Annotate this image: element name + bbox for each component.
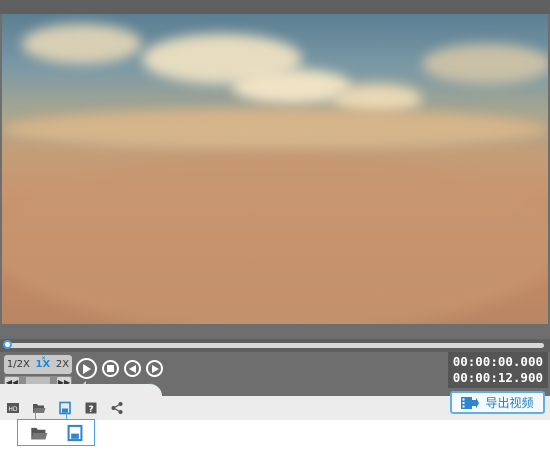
player-top-strip: [0, 0, 550, 14]
speed-half[interactable]: 1/2X: [7, 359, 30, 370]
svg-text:HD: HD: [8, 406, 18, 413]
help-icon[interactable]: ?: [84, 401, 98, 415]
export-video-button[interactable]: 导出视频: [450, 391, 545, 414]
stop-button[interactable]: [102, 360, 119, 377]
total-time: 00:00:12.900: [452, 370, 543, 385]
speed-selector[interactable]: ✕ 1/2X 1X 2X: [4, 355, 72, 374]
export-video-label: 导出视频: [485, 396, 534, 410]
next-frame-icon: [151, 364, 159, 373]
speed-marker-icon: ✕: [41, 355, 47, 362]
video-preview[interactable]: [2, 14, 548, 324]
time-display: 00:00:00.000 00:00:12.900: [448, 352, 548, 388]
current-time: 00:00:00.000: [452, 354, 543, 369]
play-icon: [83, 363, 91, 374]
toolbar-curve: [0, 384, 162, 398]
hd-icon[interactable]: HD: [6, 401, 20, 415]
stop-icon: [107, 365, 114, 372]
next-frame-button[interactable]: [146, 360, 163, 377]
open-folder-icon: [31, 427, 48, 440]
seek-track[interactable]: [6, 343, 544, 348]
export-film-icon: [461, 396, 480, 409]
save-icon: [67, 424, 83, 442]
prev-frame-button[interactable]: [124, 360, 141, 377]
icon-callout: [17, 419, 95, 446]
share-icon[interactable]: [110, 401, 124, 415]
player-frame: ✕ 1/2X 1X 2X ◀◀ ▶▶ 00:00:00.000 00:00:12…: [0, 0, 550, 420]
save-icon[interactable]: [58, 401, 72, 415]
speed-double[interactable]: 2X: [56, 359, 69, 370]
prev-frame-icon: [128, 364, 136, 373]
seek-thumb[interactable]: [3, 340, 12, 349]
svg-text:?: ?: [88, 405, 93, 415]
play-button[interactable]: [76, 358, 97, 379]
seek-bar[interactable]: [0, 339, 550, 352]
